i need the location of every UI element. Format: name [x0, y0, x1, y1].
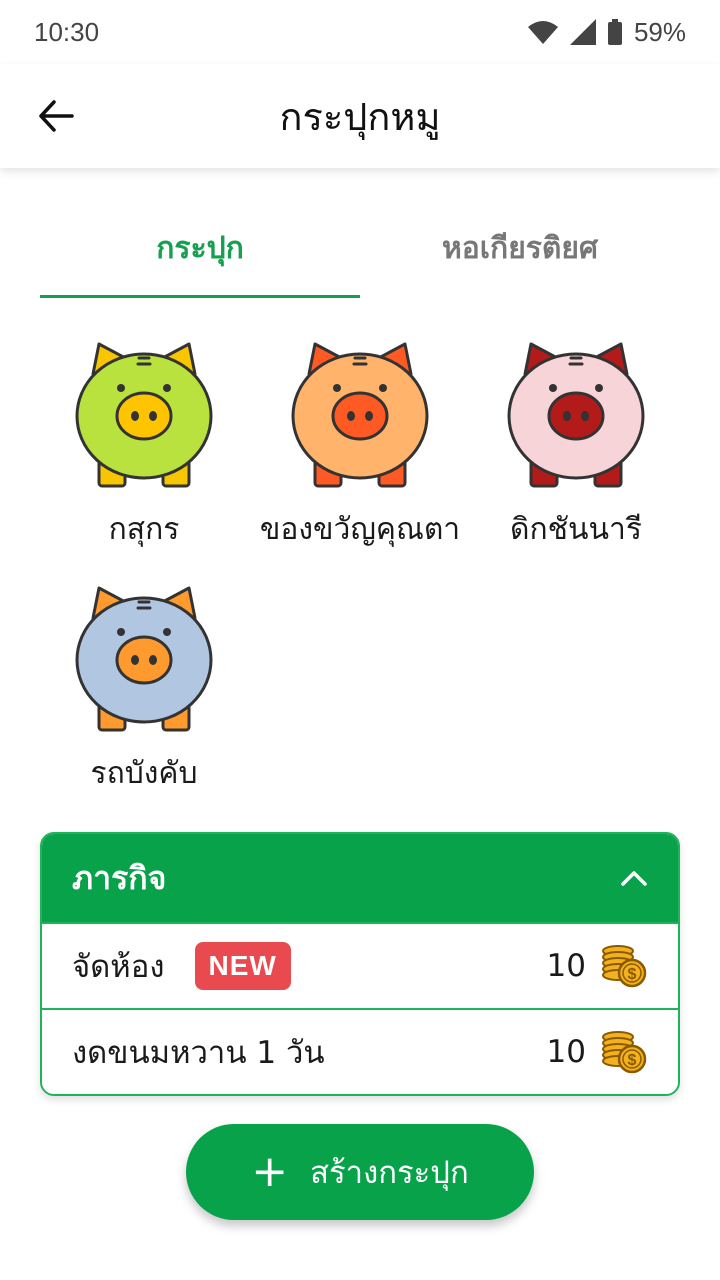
- plus-icon: +: [251, 1146, 289, 1197]
- missions-title: ภารกิจ: [72, 858, 167, 897]
- piggy-bank-name: รถบังคับ: [90, 756, 198, 791]
- mission-row[interactable]: งดขนมหวาน 1 วัน 10 $: [42, 1008, 678, 1094]
- tab-bar: กระปุก หอเกียรติยศ: [40, 200, 680, 298]
- coins-icon: $: [602, 945, 647, 988]
- piggy-bank-icon: [75, 342, 213, 488]
- app-bar: กระปุกหมู: [0, 64, 720, 168]
- piggy-bank-name: ดิกชันนารี: [510, 512, 642, 547]
- svg-text:$: $: [628, 966, 637, 983]
- piggy-bank-grid: กสุกร ของขวัญคุณตา ดิกชันนารี รถบังคับ: [36, 330, 684, 800]
- mission-reward: 10 $: [547, 943, 648, 989]
- piggy-bank-icon: [75, 586, 213, 732]
- missions-header[interactable]: ภารกิจ: [42, 834, 678, 922]
- battery-icon: [607, 19, 622, 45]
- piggy-bank-item[interactable]: รถบังคับ: [36, 574, 252, 800]
- piggy-bank-icon: [507, 342, 645, 488]
- status-time: 10:30: [34, 16, 100, 47]
- coins-icon: $: [602, 1031, 647, 1074]
- status-icons: 59%: [527, 16, 686, 48]
- reward-amount: 10: [546, 948, 586, 984]
- mission-name: จัดห้อง: [72, 949, 165, 985]
- piggy-bank-icon: [291, 342, 429, 488]
- mission-name: งดขนมหวาน 1 วัน: [72, 1035, 325, 1071]
- missions-panel: ภารกิจ จัดห้อง NEW 10 $ งดขนมหวาน 1 วัน …: [40, 832, 680, 1096]
- page-title: กระปุกหมู: [279, 94, 441, 139]
- create-piggy-bank-button[interactable]: + สร้างกระปุก: [186, 1124, 534, 1220]
- arrow-left-icon: [39, 100, 74, 132]
- tab-hall-of-fame[interactable]: หอเกียรติยศ: [360, 200, 680, 296]
- svg-text:$: $: [628, 1052, 637, 1069]
- back-button[interactable]: [30, 90, 82, 142]
- piggy-bank-item[interactable]: กสุกร: [36, 330, 252, 556]
- mission-row[interactable]: จัดห้อง NEW 10 $: [42, 922, 678, 1008]
- piggy-bank-item[interactable]: ของขวัญคุณตา: [252, 330, 468, 556]
- signal-icon: [569, 19, 596, 45]
- chevron-up-icon[interactable]: [620, 869, 648, 887]
- reward-amount: 10: [546, 1034, 586, 1070]
- create-button-label: สร้างกระปุก: [310, 1155, 469, 1191]
- mission-reward: 10 $: [547, 1029, 648, 1075]
- piggy-bank-item[interactable]: ดิกชันนารี: [468, 330, 684, 556]
- status-bar: 10:30 59%: [0, 0, 720, 64]
- battery-percent: 59%: [633, 16, 686, 47]
- wifi-icon: [527, 21, 558, 44]
- new-badge: NEW: [194, 942, 291, 990]
- piggy-bank-name: กสุกร: [108, 512, 180, 547]
- piggy-bank-name: ของขวัญคุณตา: [259, 512, 461, 547]
- tab-piggy-banks[interactable]: กระปุก: [40, 200, 360, 298]
